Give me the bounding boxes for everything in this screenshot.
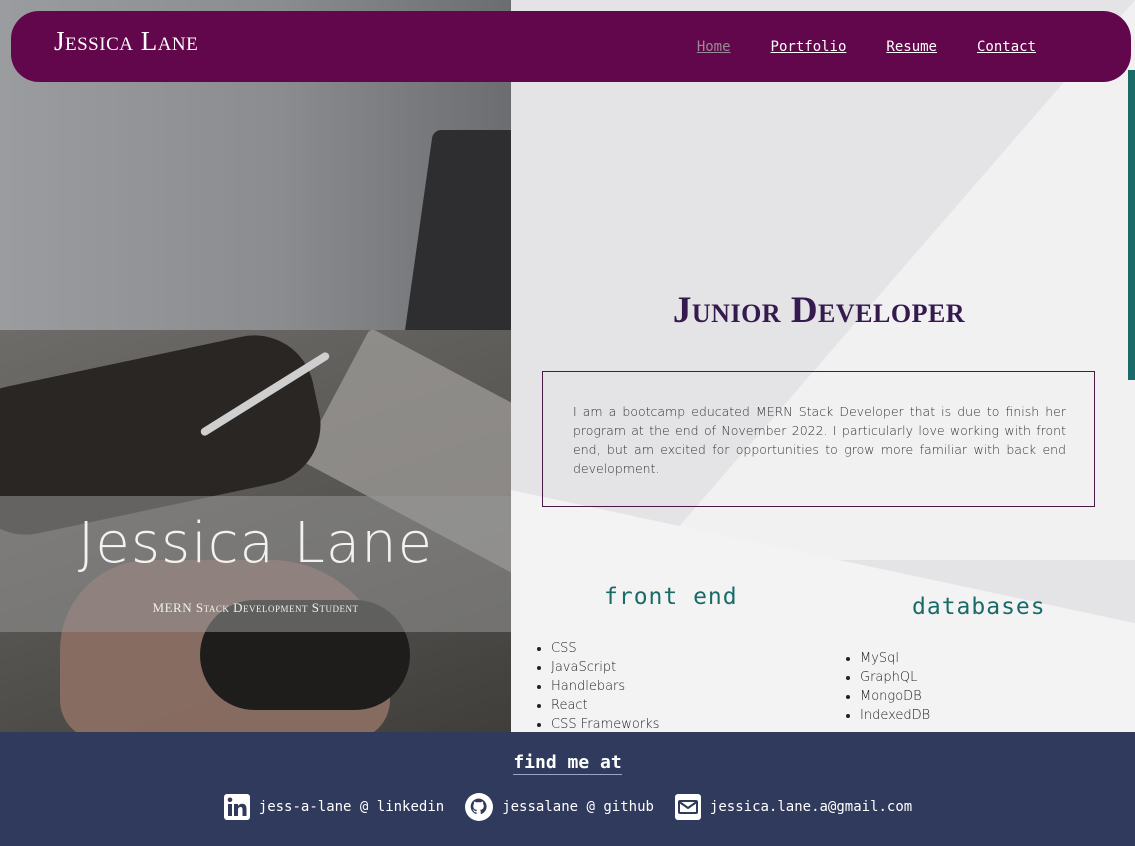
main-nav: Home Portfolio Resume Contact bbox=[697, 39, 1036, 55]
bio-box: I am a bootcamp educated MERN Stack Deve… bbox=[542, 371, 1095, 507]
envelope-icon bbox=[674, 793, 702, 821]
page-title: Junior Developer bbox=[672, 290, 966, 331]
nav-link-contact[interactable]: Contact bbox=[977, 39, 1036, 55]
site-footer: find me at jess-a-lane @ linkedin jessal bbox=[0, 732, 1135, 846]
skills-databases-list: MySql GraphQL MongoDB IndexedDB bbox=[842, 649, 930, 725]
list-item: Handlebars bbox=[551, 677, 659, 696]
skills-databases-title: databases bbox=[912, 594, 1046, 620]
nav-link-home[interactable]: Home bbox=[697, 39, 731, 55]
scroll-accent-bar bbox=[1128, 70, 1135, 380]
contact-email-label: jessica.lane.a@gmail.com bbox=[709, 799, 913, 815]
nav-link-portfolio[interactable]: Portfolio bbox=[771, 39, 847, 55]
contact-github[interactable]: jessalane @ github bbox=[464, 792, 654, 822]
list-item: MongoDB bbox=[860, 687, 930, 706]
skills-front-end-title: front end bbox=[604, 584, 738, 610]
linkedin-icon bbox=[223, 793, 251, 821]
bio-text: I am a bootcamp educated MERN Stack Deve… bbox=[573, 404, 1066, 476]
list-item: GraphQL bbox=[860, 668, 930, 687]
contact-github-label: jessalane @ github bbox=[502, 799, 654, 815]
list-item: React bbox=[551, 696, 659, 715]
nav-link-resume[interactable]: Resume bbox=[886, 39, 937, 55]
hero-image: Jessica Lane MERN Stack Development Stud… bbox=[0, 0, 511, 732]
contact-links: jess-a-lane @ linkedin jessalane @ githu… bbox=[0, 792, 1135, 822]
contact-email[interactable]: jessica.lane.a@gmail.com bbox=[674, 792, 912, 822]
github-icon bbox=[464, 792, 494, 822]
skills-front-end-list: CSS JavaScript Handlebars React CSS Fram… bbox=[533, 639, 659, 734]
contact-linkedin-label: jess-a-lane @ linkedin bbox=[258, 799, 445, 815]
list-item: IndexedDB bbox=[860, 706, 930, 725]
footer-title-text: find me at bbox=[513, 752, 622, 775]
hero-name: Jessica Lane bbox=[77, 511, 434, 576]
list-item: MySql bbox=[860, 649, 930, 668]
hero-tagline: MERN Stack Development Student bbox=[152, 600, 359, 615]
footer-title: find me at bbox=[0, 752, 1135, 775]
list-item: JavaScript bbox=[551, 658, 659, 677]
contact-linkedin[interactable]: jess-a-lane @ linkedin bbox=[223, 792, 444, 822]
list-item: CSS bbox=[551, 639, 659, 658]
site-header: Jessica Lane Home Portfolio Resume Conta… bbox=[11, 11, 1131, 82]
site-brand[interactable]: Jessica Lane bbox=[54, 26, 198, 57]
